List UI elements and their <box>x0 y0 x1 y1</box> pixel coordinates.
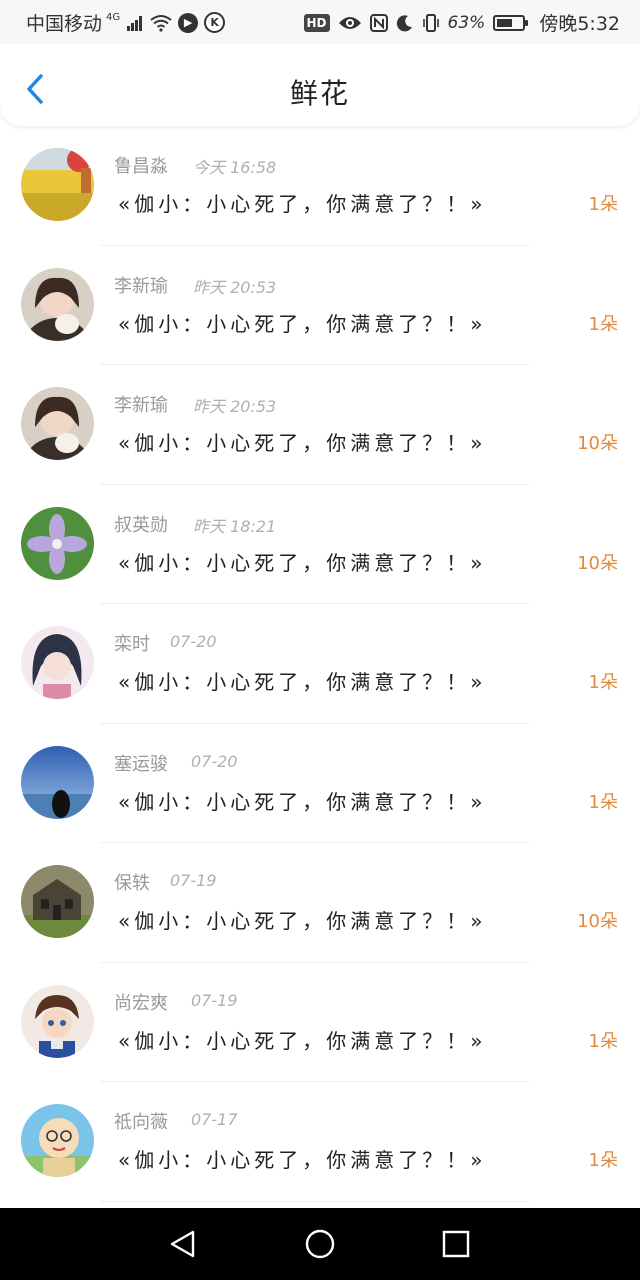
list-item[interactable]: 李新瑜 昨天 20:53 «伽小：小心死了，你满意了？！» 1朵 <box>0 246 640 365</box>
sender-name: 祗向薇 <box>114 1112 168 1133</box>
list-item[interactable]: 叔英勋 昨天 18:21 «伽小：小心死了，你满意了？！» 10朵 <box>0 485 640 604</box>
message-text: «伽小：小心死了，你满意了？！» <box>118 431 487 455</box>
back-triangle-icon[interactable] <box>167 1228 199 1260</box>
wifi-icon <box>150 14 172 32</box>
message-text: «伽小：小心死了，你满意了？！» <box>118 311 487 336</box>
sender-name: 塞运骏 <box>114 753 168 775</box>
clock: 傍晚5:32 <box>539 13 620 35</box>
flower-count: 1朵 <box>588 1030 618 1052</box>
avatar[interactable] <box>21 148 94 221</box>
status-bar: 中国移动 4G ▶ K HD 63% 傍晚5:32 <box>0 0 640 44</box>
avatar[interactable] <box>21 267 94 341</box>
flower-count: 1朵 <box>588 313 618 335</box>
sender-name: 叔英勋 <box>114 514 168 536</box>
timestamp: 昨天 20:53 <box>193 277 277 297</box>
message-text: «伽小：小心死了，你满意了？！» <box>118 1148 487 1172</box>
timestamp: 07-20 <box>170 632 217 651</box>
list-item[interactable]: 李新瑜 昨天 20:53 «伽小：小心死了，你满意了？！» 10朵 <box>0 365 640 485</box>
flower-count: 1朵 <box>588 1150 618 1171</box>
flower-count: 1朵 <box>588 672 618 693</box>
timestamp: 07-17 <box>191 1110 238 1129</box>
sender-name: 栾时 <box>114 634 150 655</box>
avatar[interactable] <box>21 984 94 1058</box>
avatar[interactable] <box>21 387 94 460</box>
list-item[interactable]: 鲁昌淼 今天 16:58 «伽小：小心死了，你满意了？！» 1朵 <box>0 126 640 246</box>
timestamp: 07-19 <box>170 871 217 890</box>
system-nav-bar <box>0 1208 640 1280</box>
signal-icon <box>126 14 144 32</box>
hd-icon: HD <box>303 13 330 32</box>
flower-count: 10朵 <box>577 552 618 574</box>
timestamp: 07-19 <box>191 990 238 1010</box>
sender-name: 尚宏爽 <box>114 992 168 1014</box>
timestamp: 昨天 18:21 <box>193 516 277 536</box>
list-item[interactable]: 栾时 07-20 «伽小：小心死了，你满意了？！» 1朵 <box>0 604 640 724</box>
k-icon: K <box>204 12 226 33</box>
gift-list: 鲁昌淼 今天 16:58 «伽小：小心死了，你满意了？！» 1朵 李新瑜 昨天 … <box>0 126 640 1202</box>
avatar[interactable] <box>21 1104 94 1177</box>
timestamp: 昨天 20:53 <box>193 397 277 416</box>
message-text: «伽小：小心死了，你满意了？！» <box>118 909 487 933</box>
message-text: «伽小：小心死了，你满意了？！» <box>118 789 487 814</box>
list-item[interactable]: 塞运骏 07-20 «伽小：小心死了，你满意了？！» 1朵 <box>0 724 640 843</box>
flower-count: 10朵 <box>577 911 618 932</box>
battery-percent: 63% <box>447 12 486 33</box>
carrier-label: 中国移动 <box>26 13 103 35</box>
nfc-icon <box>369 13 388 32</box>
network-label: 4G <box>106 12 121 23</box>
play-icon: ▶ <box>178 12 199 33</box>
sender-name: 李新瑜 <box>114 275 168 297</box>
message-text: «伽小：小心死了，你满意了？！» <box>118 1028 487 1053</box>
app-header: 鲜花 <box>0 44 640 126</box>
flower-count: 1朵 <box>588 194 618 215</box>
list-item[interactable]: 祗向薇 07-17 «伽小：小心死了，你满意了？！» 1朵 <box>0 1082 640 1202</box>
avatar[interactable] <box>21 506 94 580</box>
vibrate-icon <box>422 13 440 32</box>
flower-count: 1朵 <box>588 791 618 813</box>
battery-icon <box>493 14 529 31</box>
recents-square-icon[interactable] <box>440 1228 472 1260</box>
sender-name: 李新瑜 <box>114 395 168 416</box>
sender-name: 鲁昌淼 <box>114 156 168 177</box>
moon-icon <box>396 14 414 32</box>
message-text: «伽小：小心死了，你满意了？！» <box>118 550 487 575</box>
eye-icon <box>338 15 362 31</box>
list-item[interactable]: 保轶 07-19 «伽小：小心死了，你满意了？！» 10朵 <box>0 843 640 963</box>
divider <box>100 1200 530 1202</box>
avatar[interactable] <box>21 865 94 938</box>
timestamp: 07-20 <box>191 751 238 771</box>
message-text: «伽小：小心死了，你满意了？！» <box>118 670 487 694</box>
timestamp: 今天 16:58 <box>193 158 277 177</box>
sender-name: 保轶 <box>114 873 150 894</box>
flower-count: 10朵 <box>577 433 618 454</box>
message-text: «伽小：小心死了，你满意了？！» <box>118 192 487 216</box>
page-title: 鲜花 <box>289 77 350 110</box>
home-circle-icon[interactable] <box>304 1228 336 1260</box>
avatar[interactable] <box>21 745 94 819</box>
list-item[interactable]: 尚宏爽 07-19 «伽小：小心死了，你满意了？！» 1朵 <box>0 963 640 1082</box>
avatar[interactable] <box>21 626 94 699</box>
